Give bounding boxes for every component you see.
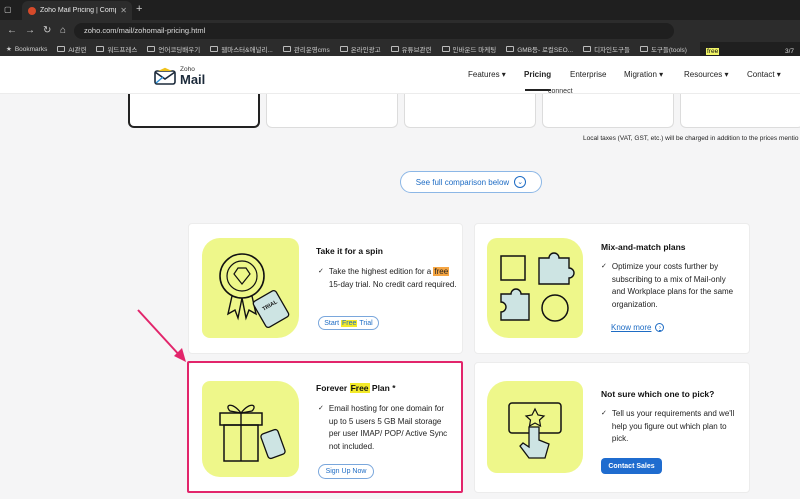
zoho-mail-logo[interactable]: Zoho Mail [154, 66, 205, 86]
plan-card[interactable] [542, 94, 674, 128]
plan-card[interactable] [404, 94, 536, 128]
bookmark-folder[interactable]: 디자인도구들 [583, 44, 630, 54]
trial-illustration: TRIAL [202, 238, 299, 338]
nav-pricing[interactable]: Pricing [524, 70, 551, 79]
trial-card-title: Take it for a spin [316, 246, 383, 256]
nav-resources[interactable]: Resources ▾ [684, 70, 729, 79]
puzzle-pieces-icon [500, 252, 575, 322]
start-free-trial-button[interactable]: Start Free Trial [318, 316, 379, 330]
reload-icon[interactable]: ↻ [43, 25, 51, 36]
check-icon: ✓ [601, 263, 607, 270]
tax-note: Local taxes (VAT, GST, etc.) will be cha… [583, 135, 799, 142]
browser-tab[interactable]: Zoho Mail Pricing | Compare ✕ [22, 1, 132, 20]
folder-icon [96, 46, 105, 52]
not-sure-body: ✓ Tell us your requirements and we'll he… [601, 408, 737, 446]
folder-icon [210, 46, 219, 52]
url-text: zoho.com/mail/zohomail-pricing.html [84, 26, 206, 35]
address-bar[interactable]: zoho.com/mail/zohomail-pricing.html [74, 23, 674, 39]
not-sure-title: Not sure which one to pick? [601, 389, 715, 399]
check-icon: ✓ [318, 268, 324, 275]
plan-card-selected[interactable] [128, 94, 260, 128]
arrow-right-icon: › [655, 323, 665, 332]
bookmark-folder[interactable]: 도구들(tools) [639, 44, 687, 54]
plan-feature-fragment: connect [548, 88, 573, 95]
chevron-down-icon: ⌄ [514, 176, 527, 188]
nav-migration[interactable]: Migration ▾ [624, 70, 663, 79]
contact-sales-button[interactable]: Contact Sales [601, 458, 662, 474]
star-icon: ★ [6, 46, 12, 53]
bookmark-folder[interactable]: 워드프레스 [96, 44, 137, 54]
plan-card[interactable] [266, 94, 398, 128]
folder-icon [339, 46, 348, 52]
know-more-link[interactable]: Know more › [611, 323, 665, 332]
site-header [0, 56, 800, 94]
bookmark-folder[interactable]: 인바운드 마케팅 [441, 44, 496, 54]
tap-star-icon [508, 402, 562, 459]
bookmark-folder[interactable]: 유튜브관련 [390, 44, 432, 54]
mix-match-card: Mix-and-match plans ✓ Optimize your cost… [474, 223, 750, 354]
annotation-arrow [137, 309, 186, 362]
folder-icon [639, 46, 648, 52]
zoho-favicon-icon [28, 6, 36, 15]
bookmark-folder[interactable]: GMB등- 로컬SEO... [506, 44, 573, 54]
close-tab-icon[interactable]: ✕ [120, 6, 132, 15]
award-badge-icon [219, 253, 290, 329]
nav-features[interactable]: Features ▾ [468, 70, 506, 79]
mix-card-title: Mix-and-match plans [601, 242, 686, 252]
logo-big-text: Mail [180, 72, 206, 87]
bookmark-folder[interactable]: 온라인광고 [339, 44, 381, 54]
mix-illustration [487, 238, 583, 338]
folder-icon [282, 46, 291, 52]
bookmarks-bar: ★ Bookmarks AI관련 워드프레스 언어코딩배우기 웹마스터&애널리..… [0, 42, 800, 56]
back-icon[interactable]: ← [7, 25, 17, 36]
tab-title: Zoho Mail Pricing | Compare [40, 7, 116, 14]
see-full-comparison-button[interactable]: See full comparison below ⌄ [400, 171, 542, 193]
plan-card[interactable] [680, 94, 800, 128]
nav-contact[interactable]: Contact ▾ [747, 70, 781, 79]
new-tab-icon[interactable]: + [136, 3, 142, 15]
find-count: 3/7 [784, 47, 794, 55]
folder-icon [441, 46, 450, 52]
find-query[interactable]: free [706, 47, 720, 55]
folder-icon [147, 46, 156, 52]
bookmark-folder[interactable]: 웹마스터&애널리... [210, 44, 273, 54]
not-sure-card: Not sure which one to pick? ✓ Tell us yo… [474, 362, 750, 493]
check-icon: ✓ [601, 410, 607, 417]
bookmark-item[interactable]: ★ Bookmarks [6, 45, 47, 54]
browser-toolbar: ← → ↻ ⌂ zoho.com/mail/zohomail-pricing.h… [0, 20, 800, 42]
bookmark-folder[interactable]: AI관련 [57, 44, 86, 54]
mix-card-body: ✓ Optimize your costs further by subscri… [601, 261, 741, 311]
not-sure-illustration [487, 381, 583, 473]
home-icon[interactable]: ⌂ [60, 25, 66, 36]
trial-card: TRIAL Take it for a spin ✓ Take the high… [188, 223, 463, 354]
bookmark-folder[interactable]: 언어코딩배우기 [147, 44, 200, 54]
annotation-highlight-box [187, 361, 463, 493]
folder-icon [583, 46, 592, 52]
folder-icon [390, 46, 399, 52]
bookmark-folder[interactable]: 관리운영cms [282, 44, 330, 54]
forward-icon[interactable]: → [25, 25, 35, 36]
folder-icon [506, 46, 515, 52]
mail-envelope-icon [154, 67, 176, 85]
trial-card-body: ✓ Take the highest edition for a free 15… [318, 266, 458, 291]
folder-icon [57, 46, 66, 52]
tab-list-icon[interactable]: ▢ [4, 5, 14, 15]
nav-enterprise[interactable]: Enterprise [570, 70, 606, 79]
